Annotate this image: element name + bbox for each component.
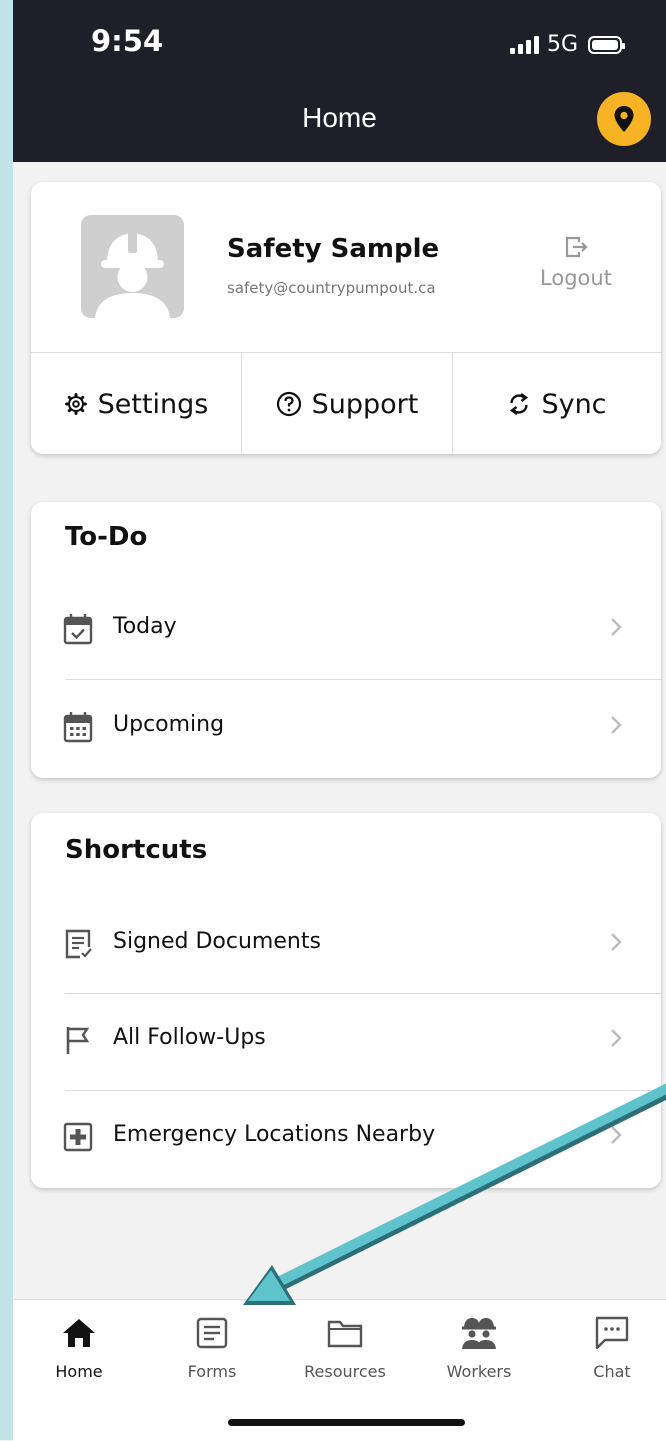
- annotation-arrow: [243, 1083, 666, 1305]
